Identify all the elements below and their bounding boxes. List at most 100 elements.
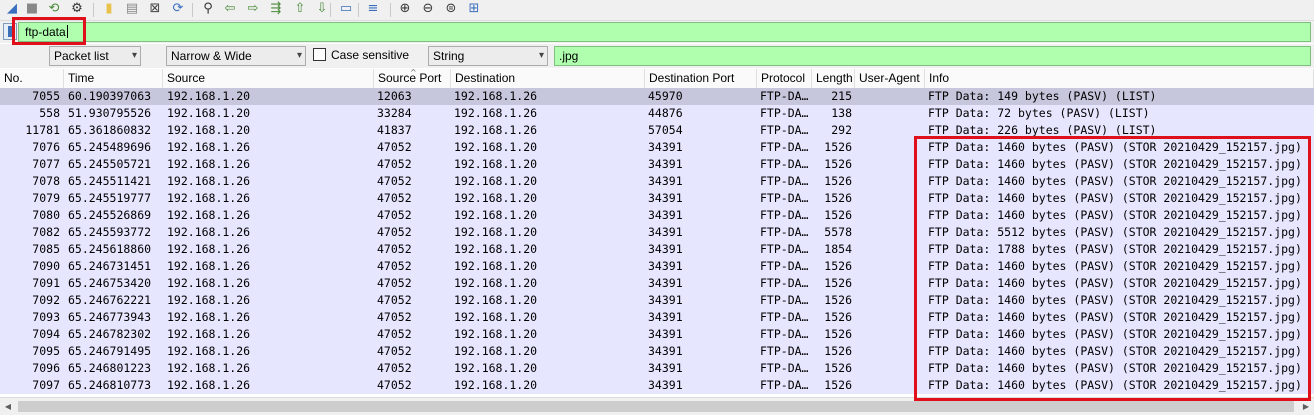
packet-row[interactable]: 7055 60.190397063 192.168.1.20 12063 192.168… bbox=[0, 88, 1314, 105]
cell-time: 65.245526869 bbox=[68, 208, 152, 222]
cell-source-port: 47052 bbox=[377, 208, 412, 222]
find-packet-icon[interactable]: ⚲ bbox=[200, 1, 216, 17]
main-toolbar: ◢ ■ ⟲ ⚙ ▮ ▤ ⊠ ⟳ ⚲ ⇦ ⇨ ⇶ ⇧ ⇩ ▭ ≡ ⊕ ⊖ ⊜ ⊞ bbox=[0, 0, 1314, 21]
zoom-normal-icon[interactable]: ⊜ bbox=[443, 1, 459, 17]
cell-time: 65.246731451 bbox=[68, 259, 152, 273]
cell-user-agent bbox=[858, 292, 924, 309]
packet-row[interactable]: 7076 65.245489696 192.168.1.26 47052 192.168… bbox=[0, 139, 1314, 156]
cell-no: 7082 bbox=[32, 225, 60, 239]
cell-protocol: FTP-DA… bbox=[760, 208, 809, 222]
packet-row[interactable]: 7097 65.246810773 192.168.1.26 47052 192.168… bbox=[0, 377, 1314, 394]
packet-row[interactable]: 7091 65.246753420 192.168.1.26 47052 192.168… bbox=[0, 275, 1314, 292]
cell-user-agent bbox=[858, 207, 924, 224]
shark-fin-start-icon[interactable]: ◢ bbox=[4, 1, 20, 17]
chevron-down-icon: ▾ bbox=[296, 50, 302, 61]
cell-source: 192.168.1.26 bbox=[167, 276, 251, 290]
cell-info: FTP Data: 149 bytes (PASV) (LIST) bbox=[928, 89, 1157, 103]
auto-scroll-icon[interactable]: ▭ bbox=[338, 1, 354, 17]
cell-source: 192.168.1.26 bbox=[167, 344, 251, 358]
packet-row[interactable]: 7090 65.246731451 192.168.1.26 47052 192.168… bbox=[0, 258, 1314, 275]
search-in-select[interactable]: Packet list ▾ bbox=[49, 46, 141, 66]
column-header-time[interactable]: Time bbox=[64, 69, 163, 88]
cell-destination: 192.168.1.20 bbox=[454, 174, 538, 188]
character-width-select[interactable]: Narrow & Wide ▾ bbox=[166, 46, 306, 66]
cell-info: FTP Data: 1460 bytes (PASV) (STOR 202104… bbox=[928, 310, 1302, 324]
scroll-right-icon[interactable]: ▶ bbox=[1300, 400, 1312, 413]
cell-length: 1526 bbox=[824, 157, 852, 171]
capture-options-icon[interactable]: ⚙ bbox=[69, 1, 85, 17]
packet-list[interactable]: 7055 60.190397063 192.168.1.20 12063 192.168… bbox=[0, 88, 1314, 394]
save-file-icon[interactable]: ▤ bbox=[124, 1, 140, 17]
go-last-packet-icon[interactable]: ⇩ bbox=[314, 1, 330, 17]
stop-capture-icon[interactable]: ■ bbox=[24, 1, 40, 17]
cell-user-agent bbox=[858, 275, 924, 292]
packet-row[interactable]: 7077 65.245505721 192.168.1.26 47052 192.168… bbox=[0, 156, 1314, 173]
open-file-icon[interactable]: ▮ bbox=[101, 1, 117, 17]
cell-source-port: 47052 bbox=[377, 225, 412, 239]
packet-row[interactable]: 7085 65.245618860 192.168.1.26 47052 192.168… bbox=[0, 241, 1314, 258]
restart-capture-icon[interactable]: ⟲ bbox=[46, 1, 62, 17]
reload-file-icon[interactable]: ⟳ bbox=[170, 1, 186, 17]
case-sensitive-checkbox[interactable] bbox=[313, 48, 326, 61]
packet-row[interactable]: 7094 65.246782302 192.168.1.26 47052 192.168… bbox=[0, 326, 1314, 343]
column-header-user-agent[interactable]: User-Agent bbox=[855, 69, 925, 88]
go-to-packet-icon[interactable]: ⇶ bbox=[268, 1, 284, 17]
scrollbar-thumb[interactable] bbox=[18, 401, 1294, 412]
filter-bookmark-icon[interactable] bbox=[3, 23, 17, 40]
column-header-length[interactable]: Length bbox=[812, 69, 855, 88]
go-first-packet-icon[interactable]: ⇧ bbox=[292, 1, 308, 17]
cell-destination-port: 34391 bbox=[648, 327, 683, 341]
cell-length: 1854 bbox=[824, 242, 852, 256]
colorize-icon[interactable]: ≡ bbox=[365, 1, 381, 17]
cell-protocol: FTP-DA… bbox=[760, 344, 809, 358]
cell-user-agent bbox=[858, 343, 924, 360]
cell-source: 192.168.1.20 bbox=[167, 106, 251, 120]
packet-row[interactable]: 7078 65.245511421 192.168.1.26 47052 192.168… bbox=[0, 173, 1314, 190]
column-header-no[interactable]: No. bbox=[0, 69, 64, 88]
cell-no: 7079 bbox=[32, 191, 60, 205]
display-filter-value: ftp-data bbox=[25, 25, 66, 39]
packet-row[interactable]: 558 51.930795526 192.168.1.20 33284 192.168.… bbox=[0, 105, 1314, 122]
cell-no: 7095 bbox=[32, 344, 60, 358]
cell-destination-port: 34391 bbox=[648, 191, 683, 205]
packet-list-header: No. Time Source Source Port Destination … bbox=[0, 68, 1314, 89]
search-string-input[interactable]: .jpg bbox=[554, 46, 1311, 66]
cell-user-agent bbox=[858, 241, 924, 258]
cell-destination-port: 34391 bbox=[648, 259, 683, 273]
cell-no: 7080 bbox=[32, 208, 60, 222]
cell-length: 138 bbox=[831, 106, 852, 120]
toolbar-separator bbox=[192, 3, 193, 17]
text-cursor bbox=[66, 25, 68, 38]
go-back-icon[interactable]: ⇦ bbox=[222, 1, 238, 17]
packet-row[interactable]: 7096 65.246801223 192.168.1.26 47052 192.168… bbox=[0, 360, 1314, 377]
cell-destination: 192.168.1.20 bbox=[454, 259, 538, 273]
packet-row[interactable]: 7079 65.245519777 192.168.1.26 47052 192.168… bbox=[0, 190, 1314, 207]
packet-row[interactable]: 7092 65.246762221 192.168.1.26 47052 192.168… bbox=[0, 292, 1314, 309]
cell-user-agent bbox=[858, 377, 924, 394]
column-header-info[interactable]: Info bbox=[925, 69, 1314, 88]
column-header-source[interactable]: Source bbox=[163, 69, 374, 88]
horizontal-scrollbar[interactable]: ◀ ▶ bbox=[0, 397, 1314, 415]
cell-no: 7094 bbox=[32, 327, 60, 341]
cell-destination: 192.168.1.20 bbox=[454, 191, 538, 205]
resize-columns-icon[interactable]: ⊞ bbox=[466, 1, 482, 17]
cell-no: 7085 bbox=[32, 242, 60, 256]
packet-row[interactable]: 7095 65.246791495 192.168.1.26 47052 192.168… bbox=[0, 343, 1314, 360]
column-header-destination[interactable]: Destination bbox=[451, 69, 645, 88]
packet-row[interactable]: 11781 65.361860832 192.168.1.20 41837 192.16… bbox=[0, 122, 1314, 139]
search-type-select[interactable]: String ▾ bbox=[428, 46, 548, 66]
display-filter-input[interactable]: ftp-data bbox=[18, 22, 1311, 42]
go-forward-icon[interactable]: ⇨ bbox=[245, 1, 261, 17]
zoom-in-icon[interactable]: ⊕ bbox=[397, 1, 413, 17]
column-header-protocol[interactable]: Protocol bbox=[757, 69, 812, 88]
cell-source: 192.168.1.26 bbox=[167, 310, 251, 324]
packet-row[interactable]: 7080 65.245526869 192.168.1.26 47052 192.168… bbox=[0, 207, 1314, 224]
cell-destination-port: 34391 bbox=[648, 157, 683, 171]
packet-row[interactable]: 7093 65.246773943 192.168.1.26 47052 192.168… bbox=[0, 309, 1314, 326]
close-file-icon[interactable]: ⊠ bbox=[147, 1, 163, 17]
column-header-destination-port[interactable]: Destination Port bbox=[645, 69, 757, 88]
packet-row[interactable]: 7082 65.245593772 192.168.1.26 47052 192.168… bbox=[0, 224, 1314, 241]
zoom-out-icon[interactable]: ⊖ bbox=[420, 1, 436, 17]
cell-time: 65.245511421 bbox=[68, 174, 152, 188]
scroll-left-icon[interactable]: ◀ bbox=[2, 400, 14, 413]
